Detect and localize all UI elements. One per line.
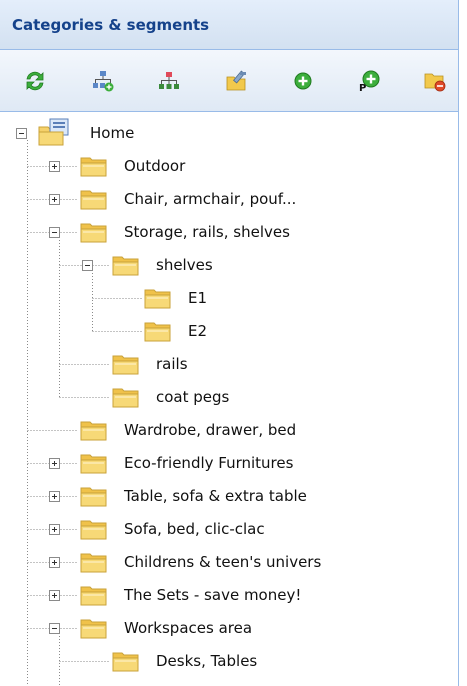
tree-node-label: The Sets - save money! xyxy=(124,586,302,604)
tree-node[interactable]: Childrens & teen's univers xyxy=(122,549,323,575)
folder-icon xyxy=(112,650,140,672)
folder-icon xyxy=(80,485,108,507)
tree-node-label: Table, sofa & extra table xyxy=(124,487,307,505)
svg-text:P: P xyxy=(359,83,366,93)
tree-node-label: Wardrobe, drawer, bed xyxy=(124,421,297,439)
tree-node-label: rails xyxy=(156,355,188,373)
tree-toggle[interactable] xyxy=(49,227,60,238)
tree-node-label: coat pegs xyxy=(156,388,230,406)
category-tree: Home Outdoor Chair, armchair, pouf... Stor… xyxy=(0,112,458,686)
tree-node-label: Outdoor xyxy=(124,157,186,175)
refresh-button[interactable] xyxy=(22,68,48,94)
tree-node[interactable]: Table, sofa & extra table xyxy=(122,483,309,509)
tree-node[interactable]: shelves xyxy=(154,252,215,278)
folder-icon xyxy=(80,452,108,474)
folder-icon xyxy=(80,221,108,243)
expand-tree-icon xyxy=(91,69,115,93)
folder-icon xyxy=(80,188,108,210)
expand-tree-button[interactable] xyxy=(90,68,116,94)
folder-icon xyxy=(112,353,140,375)
tree-toggle[interactable] xyxy=(49,524,60,535)
tree-node-label: Childrens & teen's univers xyxy=(124,553,322,571)
add-icon xyxy=(291,69,315,93)
tree-toggle[interactable] xyxy=(49,458,60,469)
home-folder-icon xyxy=(38,118,72,146)
tree-node-label: Chair, armchair, pouf... xyxy=(124,190,297,208)
edit-button[interactable] xyxy=(224,68,250,94)
tree-node-home[interactable]: Home xyxy=(88,120,136,146)
folder-icon xyxy=(80,419,108,441)
folder-icon xyxy=(80,617,108,639)
tree-node[interactable]: The Sets - save money! xyxy=(122,582,303,608)
tree-toggle[interactable] xyxy=(49,194,60,205)
folder-icon xyxy=(112,254,140,276)
tree-node-label: Eco-friendly Furnitures xyxy=(124,454,294,472)
tree-toggle[interactable] xyxy=(49,557,60,568)
tree-node-label: Storage, rails, shelves xyxy=(124,223,290,241)
tree-node[interactable]: E2 xyxy=(186,318,209,344)
panel-header: Categories & segments xyxy=(0,0,458,50)
tree-node[interactable]: Outdoor xyxy=(122,153,187,179)
tree-node-label: E2 xyxy=(188,322,208,340)
tree-toggle[interactable] xyxy=(49,161,60,172)
panel-title: Categories & segments xyxy=(12,16,210,34)
folder-icon xyxy=(80,551,108,573)
tree-node[interactable]: Sofa, bed, clic-clac xyxy=(122,516,267,542)
folder-icon xyxy=(80,518,108,540)
toolbar: P xyxy=(0,50,458,112)
tree-node-label: Home xyxy=(90,124,135,142)
tree-node[interactable]: Storage, rails, shelves xyxy=(122,219,292,245)
folder-icon xyxy=(80,584,108,606)
edit-icon xyxy=(225,69,249,93)
tree-node-label: Desks, Tables xyxy=(156,652,258,670)
tree-node[interactable]: Workspaces area xyxy=(122,615,254,641)
folder-icon xyxy=(112,386,140,408)
tree-node[interactable]: Chair, armchair, pouf... xyxy=(122,186,298,212)
delete-folder-button[interactable] xyxy=(422,68,448,94)
folder-icon xyxy=(144,287,172,309)
collapse-tree-icon xyxy=(157,69,181,93)
add-product-icon: P xyxy=(357,69,381,93)
tree-node-label: Sofa, bed, clic-clac xyxy=(124,520,265,538)
tree-node[interactable]: Wardrobe, drawer, bed xyxy=(122,417,298,443)
tree-node[interactable]: coat pegs xyxy=(154,384,231,410)
tree-toggle-home[interactable] xyxy=(16,128,27,139)
delete-folder-icon xyxy=(423,69,447,93)
add-button[interactable] xyxy=(290,68,316,94)
tree-node-label: shelves xyxy=(156,256,213,274)
tree-node-label: Workspaces area xyxy=(124,619,253,637)
categories-panel: Categories & segments P Home Outdoor Cha… xyxy=(0,0,459,686)
tree-node-label: E1 xyxy=(188,289,208,307)
add-product-button[interactable]: P xyxy=(356,68,382,94)
refresh-icon xyxy=(23,69,47,93)
tree-toggle[interactable] xyxy=(49,590,60,601)
tree-node[interactable]: Desks, Tables xyxy=(154,648,259,674)
tree-toggle[interactable] xyxy=(49,623,60,634)
tree-toggle[interactable] xyxy=(82,260,93,271)
tree-toggle[interactable] xyxy=(49,491,60,502)
tree-node[interactable]: rails xyxy=(154,351,190,377)
tree-node[interactable]: Eco-friendly Furnitures xyxy=(122,450,295,476)
tree-node[interactable]: E1 xyxy=(186,285,209,311)
folder-icon xyxy=(80,155,108,177)
collapse-tree-button[interactable] xyxy=(156,68,182,94)
folder-icon xyxy=(144,320,172,342)
